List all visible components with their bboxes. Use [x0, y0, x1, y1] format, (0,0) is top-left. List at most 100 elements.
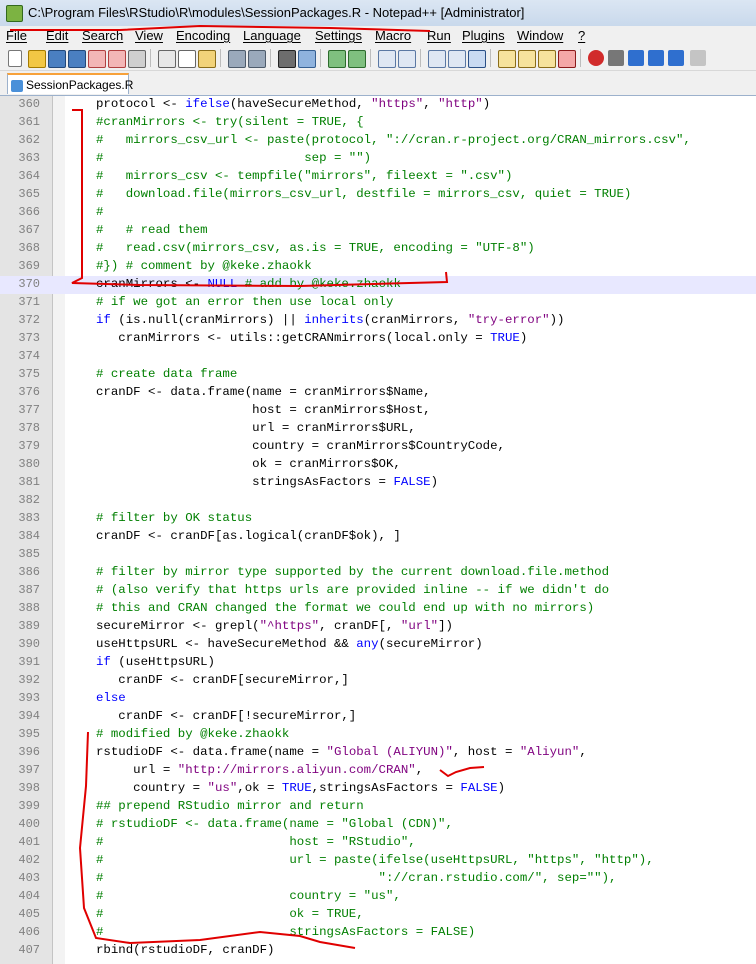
code-line[interactable]: 389 secureMirror <- grepl("^https", cranD… [0, 618, 756, 636]
code-line[interactable]: 395 # modified by @keke.zhaokk [0, 726, 756, 744]
code-line[interactable]: 391 if (useHttpsURL) [0, 654, 756, 672]
code-line[interactable]: 371 # if we got an error then use local o… [0, 294, 756, 312]
replace-icon[interactable] [298, 50, 316, 68]
menu-language[interactable]: Language [243, 28, 301, 43]
code-line[interactable]: 388 # this and CRAN changed the format we… [0, 600, 756, 618]
copy-icon[interactable] [178, 50, 196, 68]
code-line[interactable]: 383 # filter by OK status [0, 510, 756, 528]
sync-horizontal-icon[interactable] [398, 50, 416, 68]
save-macro-icon[interactable] [668, 50, 684, 66]
cut-icon[interactable] [158, 50, 176, 68]
new-file-icon[interactable] [8, 50, 22, 67]
code-line[interactable]: 381 stringsAsFactors = FALSE) [0, 474, 756, 492]
toolbar-overflow-icon[interactable] [690, 50, 706, 66]
line-number: 390 [18, 637, 40, 651]
code-line[interactable]: 369 #}) # comment by @keke.zhaokk [0, 258, 756, 276]
menu-search[interactable]: Search [82, 28, 123, 43]
code-line[interactable]: 375 # create data frame [0, 366, 756, 384]
code-line[interactable]: 366 # [0, 204, 756, 222]
code-line[interactable]: 393 else [0, 690, 756, 708]
save-icon[interactable] [48, 50, 66, 68]
close-icon[interactable] [88, 50, 106, 68]
code-text: cranDF <- cranDF[as.logical(cranDF$ok), … [96, 529, 401, 543]
find-icon[interactable] [278, 50, 296, 68]
save-all-icon[interactable] [68, 50, 86, 68]
menu-help[interactable]: ? [578, 28, 585, 43]
menu-view[interactable]: View [135, 28, 163, 43]
code-line[interactable]: 382 [0, 492, 756, 510]
paste-icon[interactable] [198, 50, 216, 68]
line-number: 360 [18, 97, 40, 111]
code-line[interactable]: 394 cranDF <- cranDF[!secureMirror,] [0, 708, 756, 726]
menu-encoding[interactable]: Encoding [176, 28, 230, 43]
zoom-out-icon[interactable] [348, 50, 366, 68]
code-line[interactable]: 377 host = cranMirrors$Host, [0, 402, 756, 420]
code-line[interactable]: 390 useHttpsURL <- haveSecureMethod && an… [0, 636, 756, 654]
code-line[interactable]: 396 rstudioDF <- data.frame(name = "Globa… [0, 744, 756, 762]
indent-guide-icon[interactable] [468, 50, 486, 68]
code-line[interactable]: 398 country = "us",ok = TRUE,stringsAsFa… [0, 780, 756, 798]
show-all-chars-icon[interactable] [448, 50, 466, 68]
code-line[interactable]: 372 if (is.null(cranMirrors) || inherits(… [0, 312, 756, 330]
menu-window[interactable]: Window [517, 28, 563, 43]
code-line[interactable]: 378 url = cranMirrors$URL, [0, 420, 756, 438]
code-line[interactable]: 403 # "://cran.rstudio.com/", sep=""), [0, 870, 756, 888]
play-macro-icon[interactable] [628, 50, 644, 66]
code-line[interactable]: 404 # country = "us", [0, 888, 756, 906]
code-text: if (is.null(cranMirrors) || inherits(cra… [96, 313, 565, 327]
code-line[interactable]: 363 # sep = "") [0, 150, 756, 168]
code-line[interactable]: 380 ok = cranMirrors$OK, [0, 456, 756, 474]
record-macro-icon[interactable] [588, 50, 604, 66]
run-macro-multiple-icon[interactable] [648, 50, 664, 66]
zoom-in-icon[interactable] [328, 50, 346, 68]
code-line[interactable]: 376 cranDF <- data.frame(name = cranMirro… [0, 384, 756, 402]
menu-edit[interactable]: Edit [46, 28, 68, 43]
open-file-icon[interactable] [28, 50, 46, 68]
redo-icon[interactable] [248, 50, 266, 68]
menu-run[interactable]: Run [427, 28, 451, 43]
tab-sessionpackages[interactable]: SessionPackages.R [7, 73, 133, 94]
line-number: 392 [18, 673, 40, 687]
code-line[interactable]: 407 rbind(rstudioDF, cranDF) [0, 942, 756, 960]
menu-macro[interactable]: Macro [375, 28, 411, 43]
code-line[interactable]: 370 cranMirrors <- NULL # add by @keke.zh… [0, 276, 756, 294]
code-line[interactable]: 405 # ok = TRUE, [0, 906, 756, 924]
folder-as-workspace-icon[interactable] [498, 50, 516, 68]
code-line[interactable]: 384 cranDF <- cranDF[as.logical(cranDF$ok… [0, 528, 756, 546]
code-line[interactable]: 400 # rstudioDF <- data.frame(name = "Glo… [0, 816, 756, 834]
line-number: 393 [18, 691, 40, 705]
code-line[interactable]: 361 #cranMirrors <- try(silent = TRUE, { [0, 114, 756, 132]
code-line[interactable]: 368 # read.csv(mirrors_csv, as.is = TRUE,… [0, 240, 756, 258]
code-line[interactable]: 399 ## prepend RStudio mirror and return [0, 798, 756, 816]
code-line[interactable]: 365 # download.file(mirrors_csv_url, dest… [0, 186, 756, 204]
code-line[interactable]: 406 # stringsAsFactors = FALSE) [0, 924, 756, 942]
word-wrap-icon[interactable] [428, 50, 446, 68]
code-line[interactable]: 397 url = "http://mirrors.aliyun.com/CRA… [0, 762, 756, 780]
function-list-icon[interactable] [538, 50, 556, 68]
code-line[interactable]: 373 cranMirrors <- utils::getCRANmirrors… [0, 330, 756, 348]
stop-macro-icon[interactable] [608, 50, 624, 66]
menu-plugins[interactable]: Plugins [462, 28, 505, 43]
code-line[interactable]: 386 # filter by mirror type supported by … [0, 564, 756, 582]
code-editor[interactable]: 360 protocol <- ifelse(haveSecureMethod, … [0, 96, 756, 964]
code-line[interactable]: 364 # mirrors_csv <- tempfile("mirrors", … [0, 168, 756, 186]
close-all-icon[interactable] [108, 50, 126, 68]
code-line[interactable]: 401 # host = "RStudio", [0, 834, 756, 852]
code-line[interactable]: 402 # url = paste(ifelse(useHttpsURL, "ht… [0, 852, 756, 870]
code-line[interactable]: 392 cranDF <- cranDF[secureMirror,] [0, 672, 756, 690]
code-line[interactable]: 367 # # read them [0, 222, 756, 240]
code-line[interactable]: 387 # (also verify that https urls are pr… [0, 582, 756, 600]
code-line[interactable]: 385 [0, 546, 756, 564]
menu-settings[interactable]: Settings [315, 28, 362, 43]
code-line[interactable]: 379 country = cranMirrors$CountryCode, [0, 438, 756, 456]
code-text: country = cranMirrors$CountryCode, [96, 439, 505, 453]
sync-vertical-icon[interactable] [378, 50, 396, 68]
code-line[interactable]: 374 [0, 348, 756, 366]
code-line[interactable]: 360 protocol <- ifelse(haveSecureMethod, … [0, 96, 756, 114]
doc-map-icon[interactable] [518, 50, 536, 68]
print-icon[interactable] [128, 50, 146, 68]
code-line[interactable]: 362 # mirrors_csv_url <- paste(protocol, … [0, 132, 756, 150]
menu-file[interactable]: File [6, 28, 27, 43]
undo-icon[interactable] [228, 50, 246, 68]
monitor-icon[interactable] [558, 50, 576, 68]
